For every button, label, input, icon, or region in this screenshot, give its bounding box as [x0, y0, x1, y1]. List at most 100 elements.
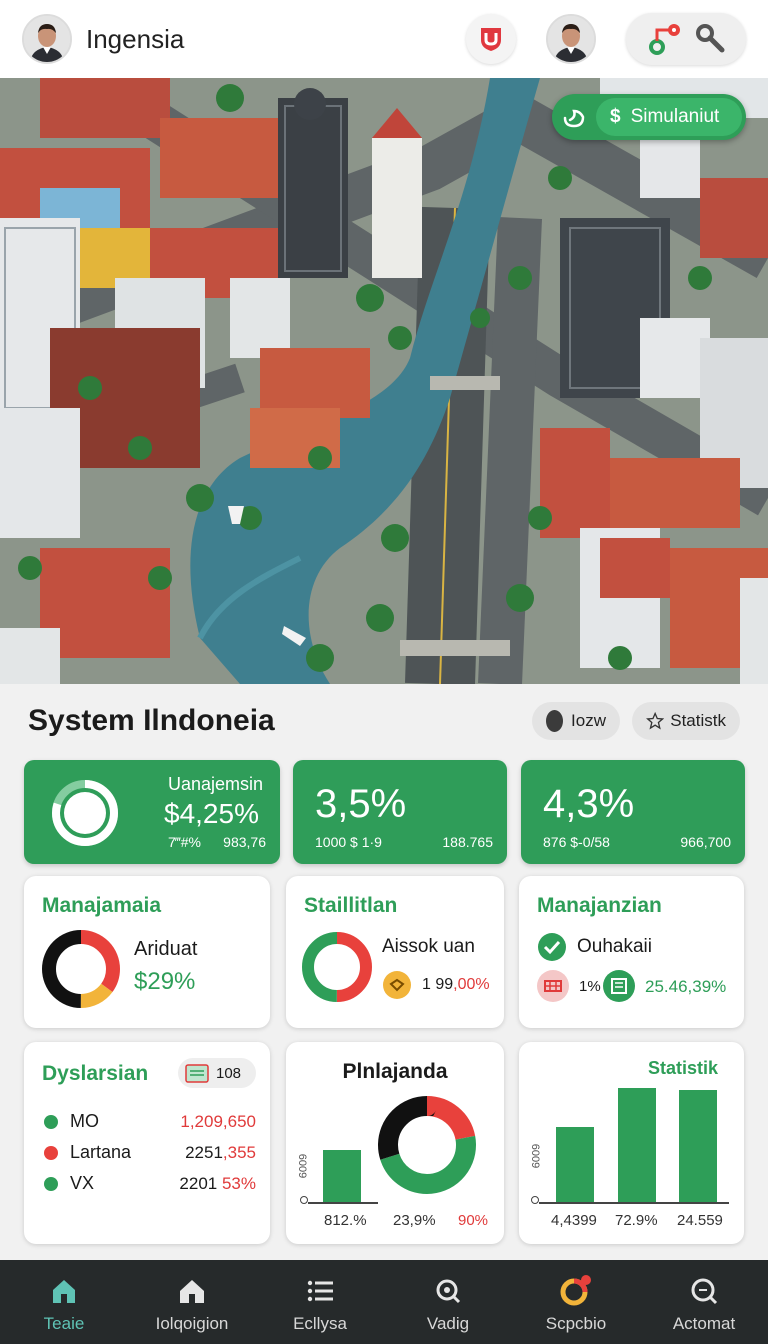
stat-value: 3,5%: [315, 782, 407, 826]
chart-bar: [679, 1090, 717, 1202]
chart-bar: [323, 1150, 361, 1202]
legend-name: MO: [70, 1111, 99, 1131]
nav-label: Scpcbio: [545, 1314, 607, 1333]
legend-row: VX 2201 53%: [44, 1168, 256, 1199]
list-icon: [307, 1280, 333, 1302]
house-icon: [180, 1280, 204, 1303]
legend-name: VX: [70, 1173, 95, 1193]
section-title: System Ilndoneia: [28, 704, 275, 737]
stat-sub-left: 7‴#%: [168, 834, 201, 850]
card-value-a: 1%: [579, 978, 601, 995]
chart-bar: [618, 1088, 656, 1202]
progress-ring: [52, 780, 118, 846]
nav-item-home[interactable]: Teaie: [0, 1260, 128, 1344]
legend-value: 2251,355: [185, 1142, 256, 1162]
stat-sub-right: 983,76: [223, 834, 266, 850]
card-label: Ouhakaii: [577, 936, 652, 957]
chart-label: 4,4399: [551, 1212, 597, 1229]
card-label: Ariduat: [134, 938, 198, 960]
badge-count: 108: [216, 1064, 242, 1082]
card-title: Dyslarsian: [42, 1062, 149, 1085]
nav-item-region[interactable]: Iolqoigion: [128, 1260, 256, 1344]
stat-sub-left: 1000 $ 1·9: [315, 834, 382, 850]
search-icon: [436, 1279, 461, 1304]
nav-item-stats[interactable]: Scpcbio: [512, 1260, 640, 1344]
network-icon: [648, 24, 680, 55]
home-icon: [53, 1280, 75, 1303]
filter-chip-stats[interactable]: Statistk: [632, 702, 740, 740]
card-value: $29%: [134, 968, 196, 995]
card-title: Plnlajanda: [342, 1060, 448, 1083]
legend-dot: [44, 1145, 58, 1160]
stat-sub-left: 876 $-0/58: [543, 834, 610, 850]
chart-label-a: 812.%: [324, 1212, 367, 1229]
card-plnlajanda[interactable]: Plnlajanda 6009 812.% 23,9% 90%: [286, 1042, 504, 1244]
axis-origin: [300, 1196, 308, 1204]
legend-value: 1,209,650: [180, 1111, 256, 1131]
calendar-icon: [185, 1064, 209, 1083]
card-dyslarsian[interactable]: Dyslarsian 108 MO 1,209,650 Lartana 2251…: [24, 1042, 270, 1244]
city-map[interactable]: $ Simulaniut: [0, 78, 768, 684]
wrench-icon: [695, 24, 724, 53]
nav-label: Iolqoigion: [155, 1314, 229, 1333]
filter-chip-user[interactable]: Iozw: [532, 702, 620, 740]
card-value-b: 25.46,39%: [645, 977, 727, 996]
stat-sub-right: 188.765: [442, 834, 493, 850]
chart-label-b: 23,9%: [393, 1212, 436, 1229]
card-manajanzian[interactable]: Manajanzian Ouhakaii 1% 25.46,39%: [519, 876, 744, 1028]
nav-label: Teaie: [43, 1314, 85, 1333]
bottom-nav: Teaie Iolqoigion Ecllysa Vadig Scpcbio A…: [0, 1260, 768, 1344]
axis-label: 6009: [296, 1153, 309, 1179]
pie-icon: [560, 1275, 591, 1306]
leaf-icon: [563, 109, 585, 128]
simulate-button[interactable]: $ Simulaniut: [552, 94, 746, 140]
card-title: Staillitlan: [304, 894, 398, 917]
card-label: Aissok uan: [382, 936, 475, 957]
legend-row: MO 1,209,650: [44, 1106, 256, 1137]
check-icon: [538, 933, 566, 961]
legend-name: Lartana: [70, 1142, 132, 1162]
chip-stats-label: Statistk: [670, 711, 726, 730]
legend-value: 2201 53%: [179, 1173, 256, 1193]
secondary-avatar[interactable]: [546, 14, 596, 64]
card-statistik[interactable]: Statistik 6009 4,4399 72.9% 24.559: [519, 1042, 744, 1244]
stat-value: $4,25%: [164, 798, 259, 829]
stat-card-rate[interactable]: 4,3% 876 $-0/58 966,700: [521, 760, 745, 864]
chart-bar: [556, 1126, 594, 1202]
axis-label: 6009: [529, 1143, 542, 1169]
magnify-icon: [691, 1278, 718, 1305]
card-staillitlan[interactable]: Staillitlan Aissok uan 1 99,00%: [286, 876, 504, 1028]
chart-label: 24.559: [677, 1212, 723, 1229]
book-icon: [603, 970, 635, 1002]
stat-card-growth[interactable]: 3,5% 1000 $ 1·9 188.765: [293, 760, 507, 864]
count-badge[interactable]: 108: [178, 1058, 256, 1088]
grid-icon: [537, 970, 569, 1002]
tools-pill[interactable]: [626, 13, 746, 65]
chart-label: 72.9%: [615, 1212, 658, 1229]
card-value-b: ,00%: [453, 976, 490, 993]
stat-card-budget[interactable]: Uanajemsin $4,25% 7‴#% 983,76: [24, 760, 280, 864]
star-icon: [646, 711, 665, 730]
nav-item-automation[interactable]: Actomat: [640, 1260, 768, 1344]
axis-baseline: [308, 1202, 378, 1204]
nav-label: Vadig: [426, 1314, 470, 1333]
top-bar: Ingensia: [0, 0, 768, 78]
legend-dot: [44, 1114, 58, 1129]
nav-label: Ecllysa: [293, 1314, 347, 1333]
simulate-dollar-icon: $: [610, 106, 621, 127]
axis-baseline: [539, 1202, 729, 1204]
card-manajamaia[interactable]: Manajamaia Ariduat $29%: [24, 876, 270, 1028]
nav-item-list[interactable]: Ecllysa: [256, 1260, 384, 1344]
legend-row: Lartana 2251,355: [44, 1137, 256, 1168]
donut-chart: [378, 1096, 476, 1194]
nav-item-search[interactable]: Vadig: [384, 1260, 512, 1344]
card-values: 1 99,00%: [422, 976, 490, 994]
card-title: Manajamaia: [42, 894, 162, 917]
card-title: Statistik: [647, 1058, 718, 1078]
app-title: Ingensia: [86, 23, 185, 54]
stat-label: Uanajemsin: [168, 774, 264, 794]
shield-button[interactable]: [466, 14, 516, 64]
card-value-a: 1 99: [422, 976, 454, 993]
coin-icon: [383, 971, 411, 999]
user-avatar[interactable]: [22, 14, 72, 64]
